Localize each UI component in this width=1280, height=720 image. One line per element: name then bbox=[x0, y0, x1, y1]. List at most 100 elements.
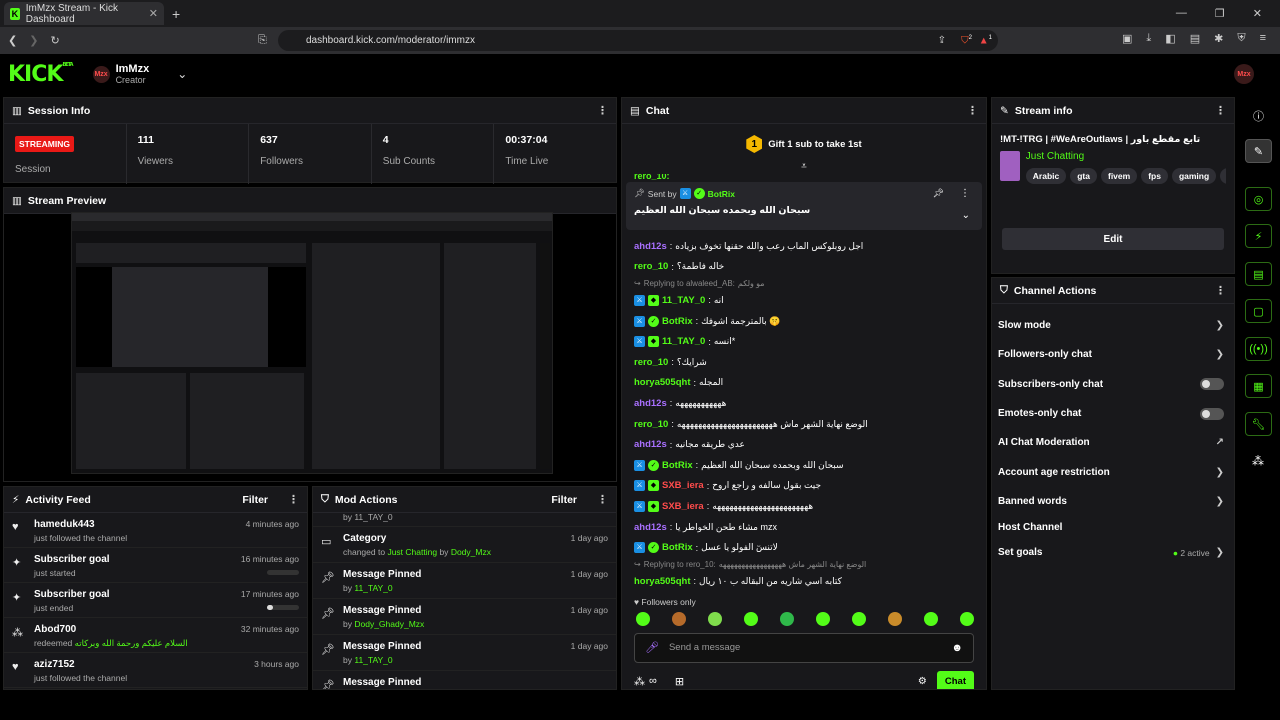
download-icon[interactable]: ⤓ bbox=[1146, 32, 1151, 45]
gift-icon[interactable]: ⊞ bbox=[675, 675, 684, 688]
gift-sub-leaderboard[interactable]: 1 Gift 1 sub to take 1st bbox=[622, 124, 986, 164]
followers-only-row[interactable]: Followers-only chat ❯ bbox=[992, 340, 1234, 369]
vpn-icon[interactable]: ⛨ bbox=[1237, 32, 1245, 45]
reply-context[interactable]: ↪ Replying to alwaleed_AB: مو ولكم bbox=[622, 277, 986, 290]
channel-points-icon[interactable]: ⁂ bbox=[634, 675, 645, 688]
chat-message[interactable]: ⚔ ◆ SXB_iera: هههههههههههههههههههههههه bbox=[622, 496, 986, 517]
mic-icon[interactable]: 🎤︎ bbox=[645, 641, 659, 654]
kebab-menu-icon[interactable]: ⋮ bbox=[960, 188, 970, 199]
filter-button[interactable]: Filter bbox=[551, 494, 577, 506]
emote-icon[interactable] bbox=[852, 611, 866, 626]
chat-message[interactable]: rero_10: شرايك؟ bbox=[622, 352, 986, 373]
chat-message[interactable]: ⚔ ✓ BotRix: لاتنسٓ الفولو يا عسل bbox=[622, 537, 986, 558]
emote-icon[interactable] bbox=[888, 611, 902, 626]
forward-icon[interactable]: ❯ bbox=[29, 34, 38, 47]
tag[interactable]: gta bbox=[1070, 168, 1097, 184]
emotes-only-toggle[interactable] bbox=[1200, 407, 1224, 420]
bookmark-icon[interactable]: ⎘ bbox=[258, 34, 267, 47]
chevron-down-icon[interactable]: ⌄ bbox=[962, 210, 970, 221]
filter-button[interactable]: Filter bbox=[242, 494, 268, 506]
banned-words-row[interactable]: Banned words ❯ bbox=[992, 487, 1234, 516]
emoji-icon[interactable]: ☻ bbox=[951, 642, 963, 654]
close-tab-icon[interactable]: ✕ bbox=[149, 7, 158, 20]
bolt-rail-button[interactable]: ⚡ bbox=[1245, 224, 1272, 248]
profile-avatar[interactable]: Mzx bbox=[1234, 64, 1254, 84]
chat-input-box[interactable]: 🎤︎ Send a message ☻ bbox=[634, 632, 974, 663]
kick-logo[interactable]: KICKBETA bbox=[8, 62, 74, 87]
chat-username[interactable]: rero_10 bbox=[634, 261, 668, 272]
chat-username[interactable]: horya505qht bbox=[634, 377, 691, 388]
layout-rail-button[interactable]: ▦ bbox=[1245, 374, 1272, 398]
chat-username[interactable]: rero_10 bbox=[634, 357, 668, 368]
emote-icon[interactable] bbox=[924, 611, 938, 626]
minimize-icon[interactable]: — bbox=[1176, 7, 1187, 20]
slow-mode-row[interactable]: Slow mode ❯ bbox=[992, 311, 1234, 340]
chat-message[interactable]: ⚔ ◆ 11_TAY_0: انسه* bbox=[622, 331, 986, 352]
pinned-message[interactable]: 📌︎ Sent by ⚔ ✓ BotRix سبحان الله وبحمده … bbox=[626, 182, 982, 230]
chat-username[interactable]: ahd12s bbox=[634, 241, 667, 252]
avatar[interactable]: Mzx bbox=[92, 65, 110, 83]
emote-icon[interactable] bbox=[780, 611, 794, 626]
chat-message[interactable]: horya505qht: كتابه اسي شاريه من البقاله … bbox=[622, 571, 986, 592]
category-link[interactable]: Just Chatting bbox=[387, 547, 437, 557]
chat-username[interactable]: BotRix bbox=[662, 316, 693, 327]
ai-moderation-row[interactable]: AI Chat Moderation ↗ bbox=[992, 428, 1234, 457]
chat-username[interactable]: ahd12s bbox=[634, 398, 667, 409]
chat-message[interactable]: ahd12s: مشاء طحن الخواطر يا mzx bbox=[622, 517, 986, 538]
chat-rail-button[interactable]: ▢ bbox=[1245, 299, 1272, 323]
chat-message[interactable]: ahd12s: اجل روبلوكس الماب رعب والله حقنه… bbox=[622, 236, 986, 257]
brave-shield-icon[interactable]: ⛉2 bbox=[961, 35, 972, 46]
emote-icon[interactable] bbox=[744, 611, 758, 626]
url-bar[interactable]: dashboard.kick.com/moderator/immzx ⇪ ⛉2 … bbox=[278, 30, 998, 51]
chat-message[interactable]: horya505qht: المجله bbox=[622, 373, 986, 394]
extensions-icon[interactable]: ✱ bbox=[1214, 32, 1223, 45]
infinity-icon[interactable]: ∞ bbox=[649, 675, 657, 687]
chat-message[interactable]: ahd12s: هههههههههههه bbox=[622, 393, 986, 414]
kebab-menu-icon[interactable]: ⋮ bbox=[967, 104, 978, 117]
chat-username[interactable]: BotRix bbox=[662, 460, 693, 471]
kebab-menu-icon[interactable]: ⋮ bbox=[597, 104, 608, 117]
kebab-menu-icon[interactable]: ⋮ bbox=[1215, 284, 1226, 297]
chat-message[interactable]: ⚔ ✓ BotRix: سبحان الله وبحمده سبحان الله ا… bbox=[622, 455, 986, 476]
close-window-icon[interactable]: ✕ bbox=[1253, 7, 1262, 20]
moderator-link[interactable]: 11_TAY_0 bbox=[354, 583, 392, 593]
set-goals-row[interactable]: Set goals ● 2 active ❯ bbox=[992, 538, 1234, 567]
kebab-menu-icon[interactable]: ⋮ bbox=[288, 493, 299, 506]
host-channel-row[interactable]: Host Channel bbox=[992, 516, 1234, 538]
emote-icon[interactable] bbox=[708, 611, 722, 626]
wallet-icon[interactable]: ▤ bbox=[1190, 32, 1200, 45]
wrench-rail-button[interactable]: 🔧︎ bbox=[1245, 412, 1272, 436]
restore-icon[interactable]: ❐ bbox=[1215, 7, 1225, 20]
tag[interactable]: fivem bbox=[1100, 168, 1138, 184]
new-tab-button[interactable]: + bbox=[172, 6, 180, 22]
share-icon[interactable]: ⇪ bbox=[938, 35, 946, 46]
chat-username[interactable]: ahd12s bbox=[634, 439, 667, 450]
edit-button[interactable]: Edit bbox=[1002, 228, 1224, 250]
channel-switcher[interactable]: ImMzx Creator bbox=[116, 63, 150, 85]
moderator-link[interactable]: Dody_Ghady_Mzx bbox=[354, 619, 424, 629]
chat-username[interactable]: ahd12s bbox=[634, 522, 667, 533]
tag[interactable]: Arabic bbox=[1025, 168, 1067, 184]
sidebar-icon[interactable]: ◧ bbox=[1165, 32, 1175, 45]
focus-rail-button[interactable]: ◎ bbox=[1245, 187, 1272, 211]
chat-username[interactable]: rero_10 bbox=[634, 419, 668, 430]
chat-username[interactable]: BotRix bbox=[662, 542, 693, 553]
emote-icon[interactable] bbox=[816, 611, 830, 626]
chevron-down-icon[interactable]: ⌄ bbox=[177, 67, 187, 81]
notes-rail-button[interactable]: ▤ bbox=[1245, 262, 1272, 286]
chat-username[interactable]: 11_TAY_0 bbox=[662, 295, 705, 306]
emote-icon[interactable] bbox=[636, 611, 650, 626]
category-name[interactable]: Just Chatting bbox=[1026, 151, 1226, 162]
reply-context[interactable]: ↪ Replying to rero_10: الوضع نهاية الشهر … bbox=[622, 558, 986, 571]
info-icon[interactable]: ⓘ bbox=[1253, 108, 1264, 124]
channel-points-icon[interactable]: ⁂ bbox=[1252, 454, 1264, 468]
moderator-link[interactable]: Dody_Mzx bbox=[451, 547, 491, 557]
browser-tab[interactable]: K ImMzx Stream - Kick Dashboard ✕ bbox=[4, 2, 164, 25]
chat-message[interactable]: ⚔ ✓ BotRix: بالمترجمة اشوفك 🤫 bbox=[622, 311, 986, 332]
account-age-row[interactable]: Account age restriction ❯ bbox=[992, 457, 1234, 486]
broadcast-rail-button[interactable]: ((•)) bbox=[1245, 337, 1272, 361]
reload-icon[interactable]: ↻ bbox=[50, 34, 59, 47]
kebab-menu-icon[interactable]: ⋮ bbox=[1215, 104, 1226, 117]
edit-stream-rail-button[interactable]: ✎ bbox=[1245, 139, 1272, 163]
chat-message[interactable]: rero_10: الوضع نهاية الشهر ماش ههههههههه… bbox=[622, 414, 986, 435]
